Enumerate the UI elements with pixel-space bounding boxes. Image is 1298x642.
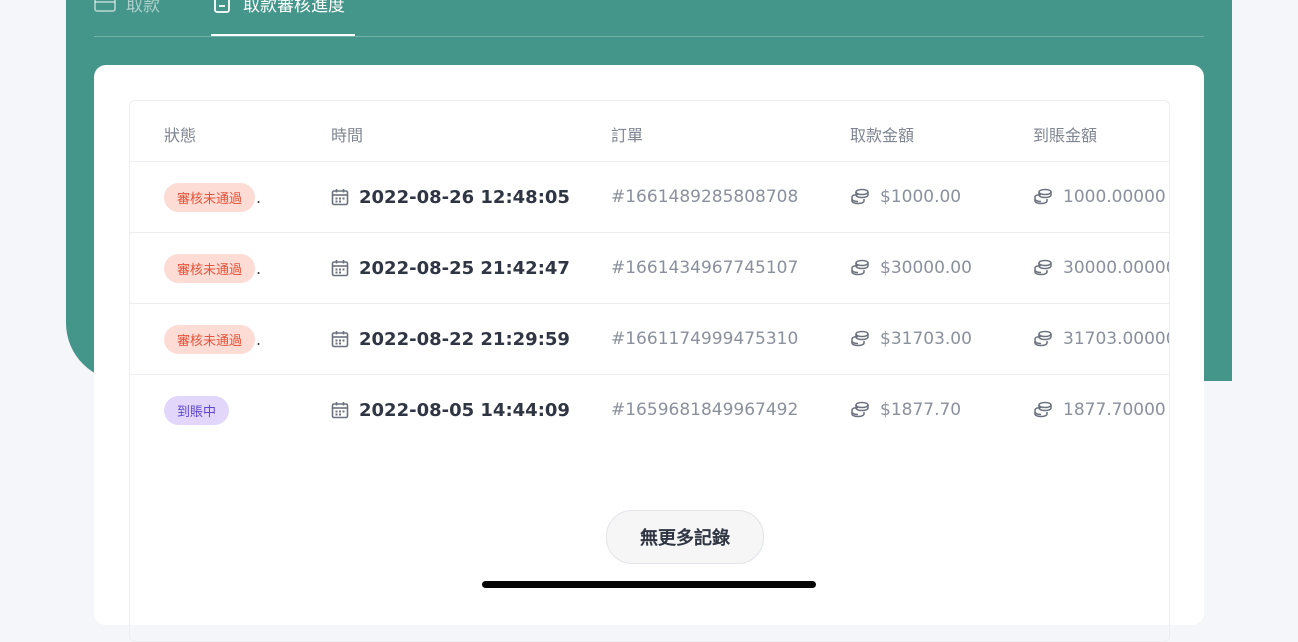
order-cell: #1659681849967492	[611, 375, 798, 445]
order-cell: #1661489285808708	[611, 162, 798, 232]
status-badge: 審核未通過	[164, 253, 256, 283]
header-order: 訂單	[611, 126, 644, 145]
calendar-icon	[331, 402, 349, 419]
header-time: 時間	[331, 126, 364, 145]
active-tab-indicator	[211, 34, 355, 36]
time-cell: 2022-08-22 21:29:59	[331, 304, 570, 374]
coins-icon	[851, 259, 869, 276]
coins-icon	[1034, 188, 1052, 205]
received-amount-cell: 31703.00000	[1033, 304, 1170, 374]
time-cell: 2022-08-25 21:42:47	[331, 233, 570, 303]
coins-icon	[1034, 259, 1052, 276]
header-status: 狀態	[164, 126, 197, 145]
calendar-icon	[331, 331, 349, 348]
document-icon	[214, 0, 230, 13]
withdraw-amount: $30000.00	[880, 258, 972, 278]
records-table: 狀態 時間 訂單 取款金額 到賬金額 審核未通過. 2022-08-26 12:…	[129, 100, 1170, 642]
order-number: #1659681849967492	[611, 400, 799, 420]
order-number: #1661489285808708	[611, 187, 799, 207]
status-cell: 審核未通過.	[164, 162, 261, 232]
time-cell: 2022-08-05 14:44:09	[331, 375, 570, 445]
status-badge: 審核未通過	[164, 182, 256, 212]
tab-withdraw-progress[interactable]: 取款審核進度	[211, 0, 345, 16]
tab-withdraw[interactable]: 取款	[94, 0, 160, 16]
withdraw-amount-cell: $1000.00	[850, 162, 961, 232]
received-amount: 1000.00000 U	[1063, 187, 1169, 207]
received-amount-cell: 30000.00000	[1033, 233, 1170, 303]
coins-icon	[1034, 401, 1052, 418]
received-amount: 30000.00000	[1063, 258, 1170, 278]
calendar-icon	[331, 260, 349, 277]
order-cell: #1661434967745107	[611, 233, 798, 303]
record-time: 2022-08-22 21:29:59	[359, 328, 570, 350]
header-withdraw-amount: 取款金額	[850, 126, 915, 145]
received-amount: 31703.00000	[1063, 329, 1170, 349]
tab-withdraw-progress-label: 取款審核進度	[243, 0, 345, 16]
table-header: 狀態 時間 訂單 取款金額 到賬金額	[130, 101, 1169, 162]
withdraw-amount-cell: $1877.70	[850, 375, 961, 445]
home-indicator	[482, 581, 816, 588]
received-amount-cell: 1877.70000 U	[1033, 375, 1169, 445]
coins-icon	[1034, 330, 1052, 347]
coins-icon	[851, 330, 869, 347]
withdraw-amount-cell: $30000.00	[850, 233, 972, 303]
coins-icon	[851, 401, 869, 418]
wallet-icon	[94, 0, 116, 12]
withdraw-amount: $31703.00	[880, 329, 972, 349]
status-badge: 審核未通過	[164, 324, 256, 354]
order-number: #1661174999475310	[611, 329, 799, 349]
record-time: 2022-08-05 14:44:09	[359, 399, 570, 421]
record-time: 2022-08-25 21:42:47	[359, 257, 570, 279]
table-row[interactable]: 審核未通過. 2022-08-22 21:29:59 #166117499947…	[130, 304, 1169, 375]
record-time: 2022-08-26 12:48:05	[359, 186, 570, 208]
status-cell: 審核未通過.	[164, 233, 261, 303]
received-amount-cell: 1000.00000 U	[1033, 162, 1169, 232]
withdraw-amount: $1000.00	[880, 187, 962, 207]
coins-icon	[851, 188, 869, 205]
order-cell: #1661174999475310	[611, 304, 798, 374]
order-number: #1661434967745107	[611, 258, 799, 278]
calendar-icon	[331, 189, 349, 206]
content-card: 狀態 時間 訂單 取款金額 到賬金額 審核未通過. 2022-08-26 12:…	[94, 65, 1204, 642]
table-row[interactable]: 審核未通過. 2022-08-26 12:48:05 #166148928580…	[130, 162, 1169, 233]
status-cell: 審核未通過.	[164, 304, 261, 374]
withdraw-amount: $1877.70	[880, 400, 962, 420]
time-cell: 2022-08-26 12:48:05	[331, 162, 570, 232]
table-row[interactable]: 到賬中 2022-08-05 14:44:09 #165968184996749…	[130, 375, 1169, 445]
tab-withdraw-label: 取款	[126, 0, 160, 16]
received-amount: 1877.70000 U	[1063, 400, 1169, 420]
withdraw-amount-cell: $31703.00	[850, 304, 972, 374]
tab-bar: 取款 取款審核進度	[94, 0, 1204, 37]
status-cell: 到賬中	[164, 375, 230, 445]
status-badge: 到賬中	[164, 395, 230, 425]
table-row[interactable]: 審核未通過. 2022-08-25 21:42:47 #166143496774…	[130, 233, 1169, 304]
header-received-amount: 到賬金額	[1033, 126, 1098, 145]
no-more-records-button[interactable]: 無更多記錄	[606, 510, 764, 564]
